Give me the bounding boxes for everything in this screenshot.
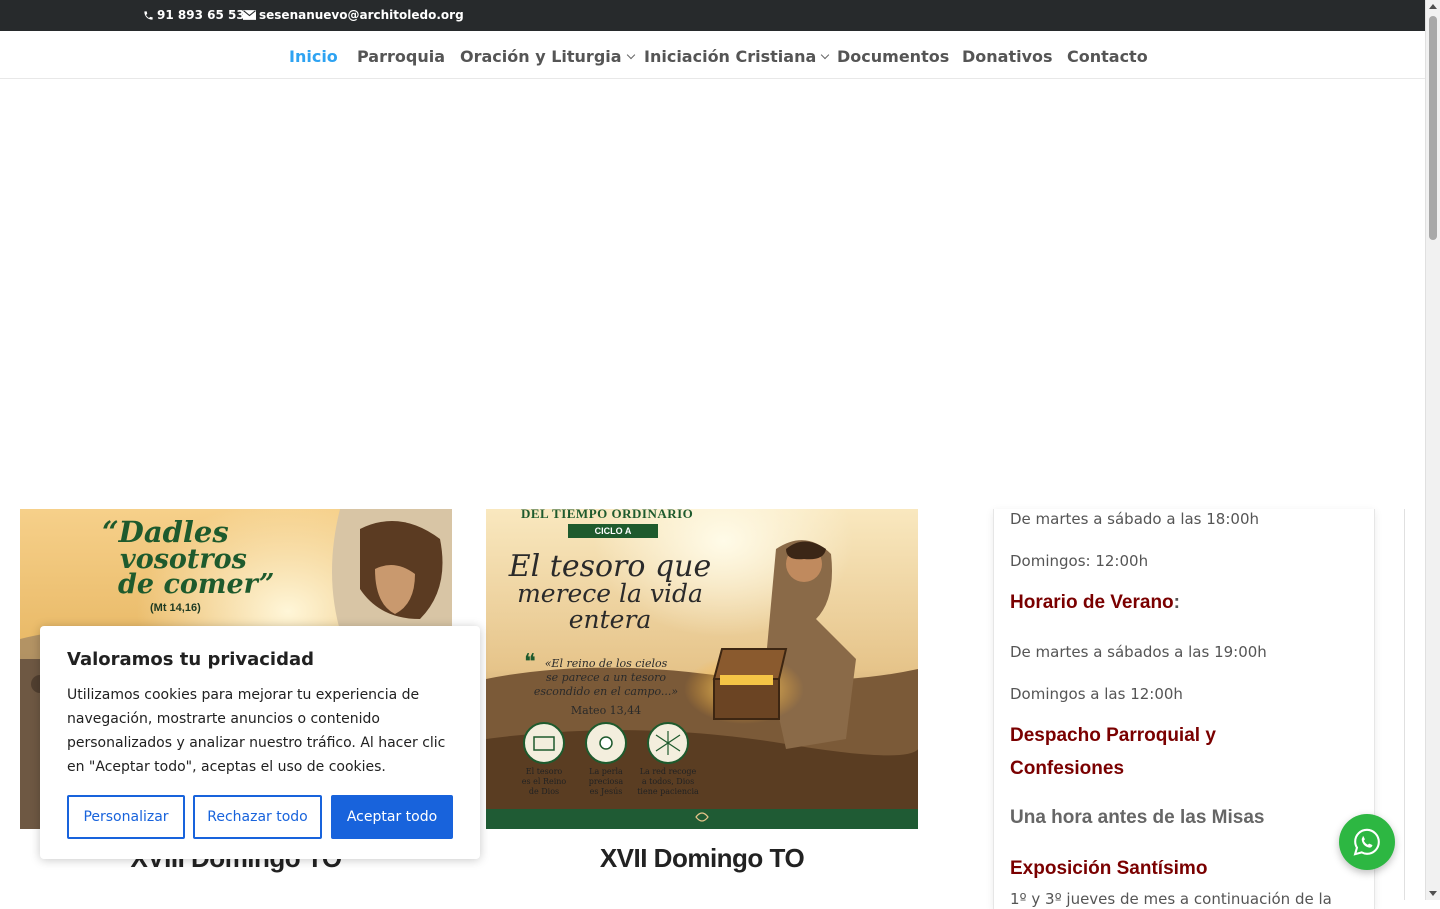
envelope-icon xyxy=(243,10,256,20)
summer-heading-text: Horario de Verano xyxy=(1010,592,1174,613)
exposition-text: 1º y 3º jueves de mes a continuación de … xyxy=(1010,890,1332,908)
post-title-xvii[interactable]: XVII Domingo TO xyxy=(486,843,918,874)
top-bar: 91 893 65 53 sesenanuevo@architoledo.org xyxy=(0,0,1425,31)
nav-item-inicio[interactable]: Inicio xyxy=(289,47,338,66)
svg-text:es Jesús: es Jesús xyxy=(590,787,623,796)
nav-item-parroquia[interactable]: Parroquia xyxy=(357,47,445,66)
svg-text:La red recoge: La red recoge xyxy=(640,767,697,776)
image-header: DEL TIEMPO ORDINARIO xyxy=(521,509,693,521)
image-cycle: CICLO A xyxy=(595,526,632,536)
nav-item-donativos[interactable]: Donativos xyxy=(962,47,1053,66)
summer-weekday: De martes a sábados a las 19:00h xyxy=(1010,643,1267,661)
nav-label: Parroquia xyxy=(357,47,445,66)
image-ref: Mateo 13,44 xyxy=(571,704,641,717)
image-quote2: se parece a un tesoro xyxy=(546,671,666,684)
phone-icon xyxy=(144,10,153,20)
svg-text:tiene paciencia: tiene paciencia xyxy=(637,787,699,796)
schedule-widget: De martes a sábado a las 18:00h Domingos… xyxy=(993,509,1375,909)
customize-button[interactable]: Personalizar xyxy=(67,795,185,839)
image-quote-line3: de comer” xyxy=(118,569,274,600)
office-heading-line2: Confesiones xyxy=(1010,758,1125,779)
whatsapp-icon xyxy=(1353,828,1380,856)
schedule-weekday: De martes a sábado a las 18:00h xyxy=(1010,510,1259,528)
cookie-title: Valoramos tu privacidad xyxy=(67,649,315,670)
svg-text:El tesoro: El tesoro xyxy=(526,767,563,776)
exposition-heading: Exposición Santísimo xyxy=(1010,858,1208,879)
chevron-down-icon xyxy=(821,50,830,60)
summer-heading: Horario de Verano: xyxy=(1010,586,1180,619)
page-scrollbar[interactable] xyxy=(1425,0,1440,900)
svg-text:preciosa: preciosa xyxy=(589,777,624,786)
scroll-up-arrow-icon[interactable] xyxy=(1429,4,1437,9)
office-text: Una hora antes de las Misas xyxy=(1010,807,1265,828)
nav-item-iniciacion-cristiana[interactable]: Iniciación Cristiana xyxy=(644,47,830,66)
svg-text:es el Reino: es el Reino xyxy=(522,777,567,786)
svg-text:La perla: La perla xyxy=(589,767,623,776)
chevron-down-icon xyxy=(626,50,635,60)
scroll-down-arrow-icon[interactable] xyxy=(1429,891,1437,896)
svg-text:de Dios: de Dios xyxy=(529,787,559,796)
nav-item-documentos[interactable]: Documentos xyxy=(837,47,949,66)
image-quote1: «El reino de los cielos xyxy=(545,657,668,670)
post-illustration: DEL TIEMPO ORDINARIO CICLO A El tesoro q… xyxy=(486,509,918,829)
phone-link[interactable]: 91 893 65 53 xyxy=(143,8,245,22)
cookie-consent-banner: Valoramos tu privacidad Utilizamos cooki… xyxy=(40,626,480,859)
summer-heading-colon: : xyxy=(1173,592,1180,613)
accept-all-button[interactable]: Aceptar todo xyxy=(331,795,453,839)
svg-text:a todos, Dios: a todos, Dios xyxy=(642,777,694,786)
scrollbar-thumb[interactable] xyxy=(1429,16,1437,240)
divider xyxy=(1404,509,1405,900)
office-heading: Despacho Parroquial y Confesiones xyxy=(1010,719,1216,785)
nav-label: Oración y Liturgia xyxy=(460,47,622,66)
nav-label: Donativos xyxy=(962,47,1053,66)
nav-item-oracion-liturgia[interactable]: Oración y Liturgia xyxy=(460,47,635,66)
post-image-xvii[interactable]: DEL TIEMPO ORDINARIO CICLO A El tesoro q… xyxy=(486,509,918,829)
office-heading-line1: Despacho Parroquial y xyxy=(1010,725,1216,746)
image-ref: (Mt 14,16) xyxy=(150,602,201,614)
cookie-text: Utilizamos cookies para mejorar tu exper… xyxy=(67,687,446,775)
svg-text:❝: ❝ xyxy=(524,650,536,675)
nav-item-contacto[interactable]: Contacto xyxy=(1067,47,1148,66)
main-navigation: Inicio Parroquia Oración y Liturgia Inic… xyxy=(0,31,1425,79)
image-quote3: escondido en el campo...» xyxy=(534,685,678,698)
whatsapp-button[interactable] xyxy=(1339,814,1395,870)
image-headline2: merece la vida xyxy=(517,579,703,608)
image-headline3: entera xyxy=(569,605,652,634)
email-address: sesenanuevo@architoledo.org xyxy=(259,8,464,22)
nav-label: Contacto xyxy=(1067,47,1148,66)
nav-label: Documentos xyxy=(837,47,950,66)
email-link[interactable]: sesenanuevo@architoledo.org xyxy=(243,8,464,22)
summer-sunday: Domingos a las 12:00h xyxy=(1010,685,1183,703)
phone-number: 91 893 65 53 xyxy=(157,8,245,22)
reject-all-button[interactable]: Rechazar todo xyxy=(193,795,322,839)
nav-label: Inicio xyxy=(289,47,338,66)
schedule-sunday: Domingos: 12:00h xyxy=(1010,552,1149,570)
nav-label: Iniciación Cristiana xyxy=(644,47,817,66)
